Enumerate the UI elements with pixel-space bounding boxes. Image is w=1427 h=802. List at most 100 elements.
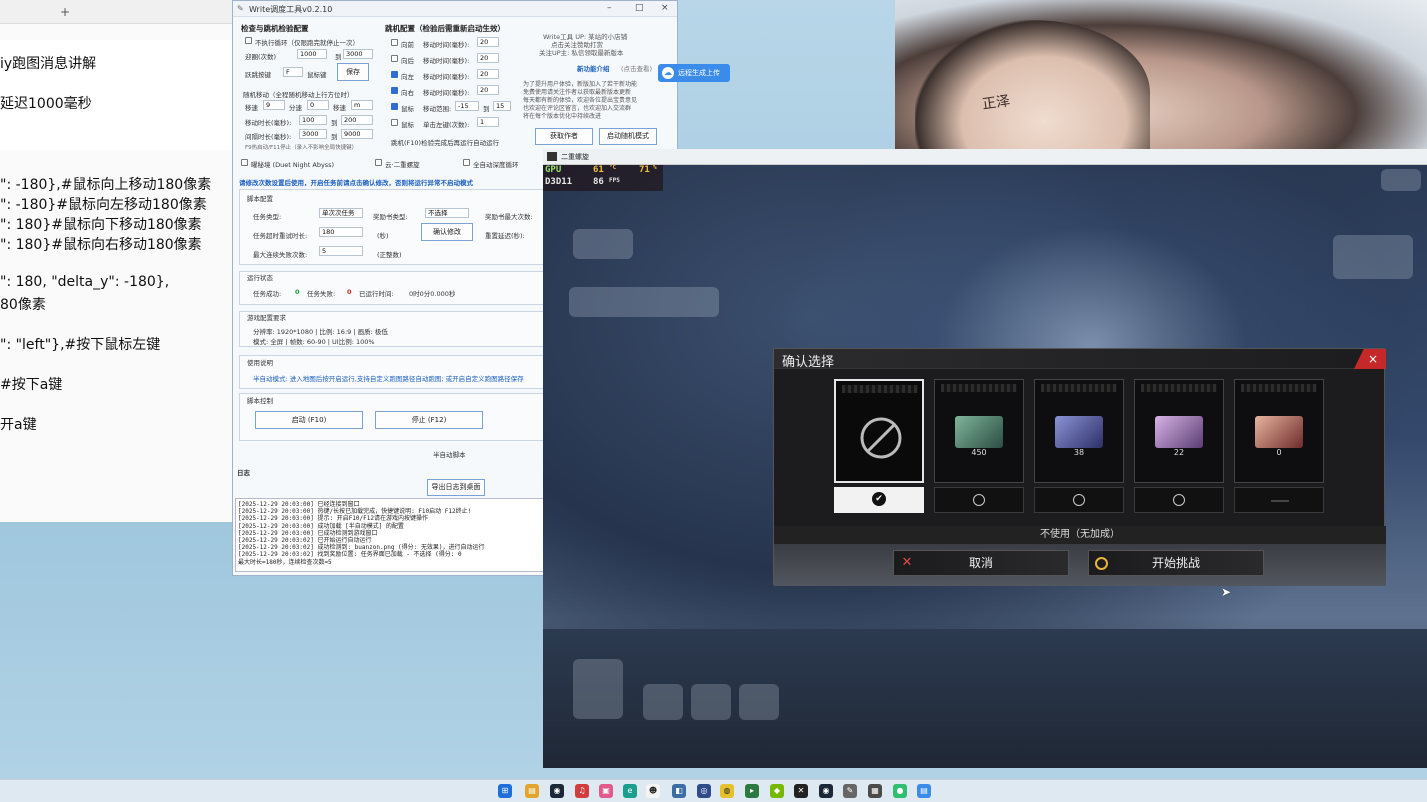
move-value-input[interactable]: 20 <box>477 53 499 63</box>
steam-icon[interactable]: ◉ <box>550 784 564 798</box>
success-count: 0 <box>295 288 300 296</box>
editor-line[interactable]: 80像素 <box>0 294 46 314</box>
gap-from-input[interactable]: 3000 <box>299 129 327 139</box>
task-type-select[interactable]: 单次次任务 <box>319 208 363 218</box>
gap-to-input[interactable]: 9000 <box>341 129 373 139</box>
cancel-button[interactable]: ✕ 取消 <box>893 550 1069 576</box>
scroll-item-icon <box>1055 416 1103 448</box>
nvidia-icon[interactable]: ◆ <box>770 784 784 798</box>
log-area[interactable]: [2025-12-29 20:03:00] 已经连接到窗口 [2025-12-2… <box>235 498 547 572</box>
option3-checkbox[interactable] <box>463 159 470 166</box>
feature-sub[interactable]: (点击查看) <box>621 63 652 73</box>
editor-line[interactable]: ": -180}#鼠标向左移动180像素 <box>0 194 207 214</box>
bonus-card[interactable]: 38 <box>1034 379 1124 483</box>
steam-running-icon[interactable]: ◉ <box>819 784 833 798</box>
get-author-button[interactable]: 获取作者 <box>535 128 593 145</box>
move-unit: 移动时间(毫秒): <box>423 41 470 49</box>
scroll-type-select[interactable]: 不选择 <box>425 208 469 218</box>
loop-to-input[interactable]: 3000 <box>343 49 373 59</box>
mouse-range-from[interactable]: -15 <box>455 101 479 111</box>
scroll-type-label: 奖励书类型: <box>373 213 408 221</box>
editor-line[interactable]: ": -180},#鼠标向上移动180像素 <box>0 174 211 194</box>
move-left-checkbox[interactable] <box>391 71 398 78</box>
mouse-move-checkbox[interactable] <box>391 103 398 110</box>
move-value-input[interactable]: 20 <box>477 69 499 79</box>
start-challenge-button[interactable]: 开始挑战 <box>1088 550 1264 576</box>
file-explorer-icon[interactable]: ▤ <box>525 784 539 798</box>
jump-key-input[interactable]: F <box>283 67 303 77</box>
bonus-card-none[interactable] <box>834 379 924 483</box>
move-back-checkbox[interactable] <box>391 55 398 62</box>
bilibili-icon[interactable]: ▣ <box>599 784 613 798</box>
no-loop-checkbox[interactable] <box>245 37 252 44</box>
speed-y-input[interactable]: 0 <box>307 100 329 110</box>
interval-from-input[interactable]: 100 <box>299 115 327 125</box>
app-icon[interactable]: ● <box>893 784 907 798</box>
mouse-click-checkbox[interactable] <box>391 119 398 126</box>
feature-desc: 将在每个版本优化中持续改进 <box>523 113 602 120</box>
move-value-input[interactable]: 20 <box>477 85 499 95</box>
app-icon[interactable]: ◎ <box>697 784 711 798</box>
timeout-input[interactable]: 180 <box>319 227 363 237</box>
loop-count-label: 迎圈(次数) <box>245 53 277 61</box>
export-log-button[interactable]: 导出日志到桌面 <box>427 479 485 496</box>
pen-icon[interactable]: ✎ <box>843 784 857 798</box>
maximize-icon[interactable]: □ <box>635 3 644 13</box>
remote-upload-button[interactable]: ☁ 远程生成上传 <box>658 64 730 82</box>
save-button[interactable]: 保存 <box>337 63 369 81</box>
mouse-range-to[interactable]: 15 <box>493 101 511 111</box>
radio-option[interactable] <box>1034 487 1124 513</box>
move-forward-checkbox[interactable] <box>391 39 398 46</box>
control-title: 脚本控制 <box>247 397 273 405</box>
tool-title: Write调度工具v0.2.10 <box>249 5 333 14</box>
feature-title[interactable]: 新功能介绍 <box>577 63 610 73</box>
interval-to-input[interactable]: 200 <box>341 115 373 125</box>
start-button[interactable]: 启动 (F10) <box>255 411 363 429</box>
speed-z-input[interactable]: m <box>351 100 373 110</box>
editor-line[interactable]: ": 180, "delta_y": -180}, <box>0 274 169 290</box>
qq-icon[interactable]: ☻ <box>646 784 660 798</box>
click-count-input[interactable]: 1 <box>477 117 499 127</box>
notepad-icon[interactable]: ▤ <box>917 784 931 798</box>
game-taskbar-icon[interactable]: ▦ <box>868 784 882 798</box>
radio-option[interactable] <box>934 487 1024 513</box>
move-value-input[interactable]: 20 <box>477 37 499 47</box>
netease-music-icon[interactable]: ♫ <box>575 784 589 798</box>
editor-line[interactable]: ": 180}#鼠标向右移动180像素 <box>0 234 202 254</box>
loop-from-input[interactable]: 1000 <box>297 49 327 59</box>
usage-title: 使用说明 <box>247 359 273 367</box>
dialog-header: 确认选择 × <box>774 349 1386 370</box>
speed-x-input[interactable]: 9 <box>263 100 285 110</box>
start-menu-icon[interactable]: ⊞ <box>498 784 512 798</box>
app-icon[interactable]: ◍ <box>720 784 734 798</box>
terminal-icon[interactable]: ▸ <box>745 784 759 798</box>
radio-selected[interactable]: ✔ <box>834 487 924 513</box>
bonus-card[interactable]: 22 <box>1134 379 1224 483</box>
bonus-card[interactable]: 0 <box>1234 379 1324 483</box>
hotkey-hint: F9热启动/F11停止（录入不影响全局快捷键） <box>245 145 358 151</box>
move-right-checkbox[interactable] <box>391 87 398 94</box>
edge-browser-icon[interactable]: e <box>623 784 637 798</box>
editor-line[interactable]: #按下a键 <box>0 374 62 394</box>
bonus-card[interactable]: 450 <box>934 379 1024 483</box>
editor-line[interactable]: ": 180}#鼠标向下移动180像素 <box>0 214 202 234</box>
key-hint: 鼠标键 <box>307 71 327 79</box>
stop-button[interactable]: 停止 (F12) <box>375 411 483 429</box>
editor-line[interactable]: 延迟1000毫秒 <box>0 93 92 113</box>
close-icon[interactable]: × <box>1354 349 1386 369</box>
radio-option[interactable] <box>1134 487 1224 513</box>
confirm-modify-button[interactable]: 确认修改 <box>421 223 473 241</box>
app-icon[interactable]: ✕ <box>794 784 808 798</box>
close-icon[interactable]: × <box>661 3 669 13</box>
editor-line[interactable]: iy跑图消息讲解 <box>0 53 96 73</box>
new-tab-icon[interactable]: + <box>60 5 70 19</box>
option2-checkbox[interactable] <box>375 159 382 166</box>
minimize-icon[interactable]: – <box>607 3 612 13</box>
editor-line[interactable]: ": "left"},#按下鼠标左键 <box>0 334 160 354</box>
editor-line[interactable]: 开a键 <box>0 414 37 434</box>
abyss-checkbox[interactable] <box>241 159 248 166</box>
max-fail-label: 最大连续失败次数: <box>253 251 308 259</box>
max-fail-input[interactable]: 5 <box>319 246 363 256</box>
random-mode-button[interactable]: 启动随机模式 <box>599 128 657 145</box>
app-icon[interactable]: ◧ <box>672 784 686 798</box>
